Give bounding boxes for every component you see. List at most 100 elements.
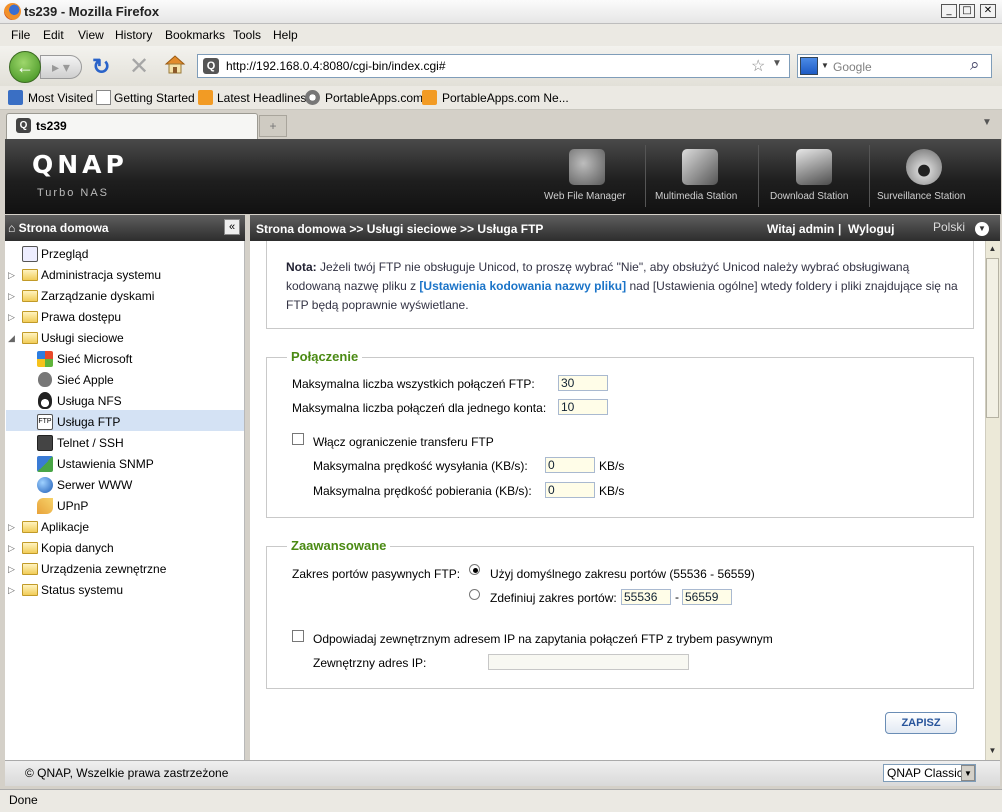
default-port-range-label: Użyj domyślnego zakresu portów (55536 - … xyxy=(490,567,755,581)
download-station-link[interactable]: Download Station xyxy=(758,145,868,207)
sidebar-item-telnet[interactable]: Telnet / SSH xyxy=(37,433,242,454)
sidebar-item-prawa[interactable]: ▷ Prawa dostępu xyxy=(8,307,242,328)
menu-file[interactable]: File xyxy=(11,28,30,42)
bookmark-star-icon[interactable]: ☆ xyxy=(751,56,765,76)
collapse-icon[interactable]: ◢ xyxy=(8,333,18,344)
multimedia-station-label: Multimedia Station xyxy=(655,191,738,202)
bookmark-most-visited[interactable]: Most Visited xyxy=(28,91,93,105)
expand-icon[interactable]: ▷ xyxy=(8,522,18,533)
download-speed-input[interactable]: 0 xyxy=(545,482,595,498)
sidebar-item-siec-microsoft[interactable]: Sieć Microsoft xyxy=(37,349,242,370)
sidebar-item-siec-apple[interactable]: Sieć Apple xyxy=(37,370,242,391)
surveillance-station-label: Surveillance Station xyxy=(877,191,966,202)
bookmark-latest-headlines[interactable]: Latest Headlines xyxy=(217,91,306,105)
sidebar-item-www[interactable]: Serwer WWW xyxy=(37,475,242,496)
linux-icon xyxy=(38,392,52,409)
scrollbar-thumb[interactable] xyxy=(986,258,999,418)
transfer-limit-checkbox[interactable] xyxy=(292,433,304,445)
sidebar-item-upnp[interactable]: UPnP xyxy=(37,496,242,517)
max-account-label: Maksymalna liczba połączeń dla jednego k… xyxy=(292,401,547,415)
sidebar-collapse-button[interactable]: « xyxy=(224,219,240,235)
surveillance-station-link[interactable]: Surveillance Station xyxy=(869,145,987,207)
back-button[interactable]: ← xyxy=(9,51,41,83)
external-ip-input[interactable] xyxy=(488,654,689,670)
sidebar-item-nfs[interactable]: Usługa NFS xyxy=(37,391,242,412)
expand-icon[interactable]: ▷ xyxy=(8,543,18,554)
menu-tools[interactable]: Tools xyxy=(233,28,261,42)
menu-edit[interactable]: Edit xyxy=(43,28,64,42)
search-input[interactable]: Google xyxy=(833,60,872,74)
sidebar-item-kopia[interactable]: ▷ Kopia danych xyxy=(8,538,242,559)
menu-bookmarks[interactable]: Bookmarks xyxy=(165,28,225,42)
forward-button[interactable]: ▸ ▾ xyxy=(40,55,82,79)
expand-icon[interactable]: ▷ xyxy=(8,564,18,575)
sidebar-item-snmp[interactable]: Ustawienia SNMP xyxy=(37,454,242,475)
sidebar-item-administracja[interactable]: ▷ Administracja systemu xyxy=(8,265,242,286)
default-port-range-radio[interactable] xyxy=(469,564,480,575)
bookmark-getting-started[interactable]: Getting Started xyxy=(114,91,195,105)
upload-speed-input[interactable]: 0 xyxy=(545,457,595,473)
sidebar-item-label: Status systemu xyxy=(41,583,124,597)
sidebar-item-ftp[interactable]: FTP Usługa FTP xyxy=(37,412,242,433)
sidebar-item-uslugi[interactable]: ◢ Usługi sieciowe xyxy=(8,328,242,349)
sidebar-item-label: Sieć Microsoft xyxy=(57,352,133,366)
close-button[interactable]: ✕ xyxy=(980,4,996,18)
external-ip-checkbox-label: Odpowiadaj zewnętrznym adresem IP na zap… xyxy=(313,632,773,646)
tab-favicon-icon: Q xyxy=(16,118,31,133)
stop-icon[interactable]: ✕ xyxy=(129,52,149,81)
scroll-up-icon[interactable]: ▲ xyxy=(986,242,999,256)
language-dropdown-icon[interactable]: ▼ xyxy=(975,222,989,236)
home-icon[interactable] xyxy=(164,53,186,75)
sidebar-item-urzadzenia[interactable]: ▷ Urządzenia zewnętrzne xyxy=(8,559,242,580)
expand-icon[interactable]: ▷ xyxy=(8,291,18,302)
tab-list-icon[interactable]: ▼ xyxy=(982,117,992,128)
sidebar-item-dyski[interactable]: ▷ Zarządzanie dyskami xyxy=(8,286,242,307)
download-speed-label: Maksymalna prędkość pobierania (KB/s): xyxy=(313,484,532,498)
new-tab-button[interactable]: + xyxy=(259,115,287,137)
sidebar-item-przeglad[interactable]: Przegląd xyxy=(22,244,242,265)
language-selector[interactable]: Polski xyxy=(933,220,965,234)
menu-view[interactable]: View xyxy=(78,28,104,42)
folder-icon xyxy=(22,542,38,554)
max-all-connections-input[interactable]: 30 xyxy=(558,375,608,391)
save-button[interactable]: ZAPISZ xyxy=(885,712,957,734)
expand-icon[interactable]: ▷ xyxy=(8,312,18,323)
bookmark-portableapps[interactable]: PortableApps.com xyxy=(325,91,423,105)
sidebar-item-label: Serwer WWW xyxy=(57,478,133,492)
encoding-settings-link[interactable]: [Ustawienia kodowania nazwy pliku] xyxy=(419,279,626,293)
sidebar-item-aplikacje[interactable]: ▷ Aplikacje xyxy=(8,517,242,538)
multimedia-station-icon xyxy=(682,149,718,185)
sidebar-item-label: Sieć Apple xyxy=(57,373,114,387)
minimize-button[interactable]: _ xyxy=(941,4,957,18)
search-icon[interactable]: ⌕ xyxy=(970,55,980,75)
web-file-manager-link[interactable]: Web File Manager xyxy=(535,145,643,207)
search-engine-icon[interactable] xyxy=(800,57,818,75)
menu-history[interactable]: History xyxy=(115,28,152,42)
menu-help[interactable]: Help xyxy=(273,28,298,42)
bookmark-portableapps-news[interactable]: PortableApps.com Ne... xyxy=(442,91,569,105)
folder-icon xyxy=(22,584,38,596)
upnp-icon xyxy=(37,498,53,514)
logout-link[interactable]: Wyloguj xyxy=(848,222,894,236)
search-engine-dropdown-icon[interactable]: ▼ xyxy=(821,61,829,70)
sidebar-title: ⌂ Strona domowa xyxy=(8,221,109,235)
url-text[interactable]: http://192.168.0.4:8080/cgi-bin/index.cg… xyxy=(226,59,446,73)
max-account-connections-input[interactable]: 10 xyxy=(558,399,608,415)
port-from-input[interactable]: 55536 xyxy=(621,589,671,605)
port-to-input[interactable]: 56559 xyxy=(682,589,732,605)
reload-icon[interactable]: ↻ xyxy=(92,54,110,80)
multimedia-station-link[interactable]: Multimedia Station xyxy=(645,145,757,207)
expand-icon[interactable]: ▷ xyxy=(8,270,18,281)
sidebar-item-label: Ustawienia SNMP xyxy=(57,457,154,471)
sidebar-item-status[interactable]: ▷ Status systemu xyxy=(8,580,242,601)
maximize-button[interactable]: □ xyxy=(959,4,975,18)
external-ip-checkbox[interactable] xyxy=(292,630,304,642)
scroll-down-icon[interactable]: ▼ xyxy=(986,744,999,758)
sidebar-item-label: Zarządzanie dyskami xyxy=(41,289,155,303)
rss-feed-icon xyxy=(422,90,437,105)
expand-icon[interactable]: ▷ xyxy=(8,585,18,596)
url-history-dropdown-icon[interactable]: ▼ xyxy=(772,58,782,69)
custom-port-range-radio[interactable] xyxy=(469,589,480,600)
folder-icon xyxy=(22,269,38,281)
style-dropdown-icon[interactable]: ▼ xyxy=(961,765,975,781)
